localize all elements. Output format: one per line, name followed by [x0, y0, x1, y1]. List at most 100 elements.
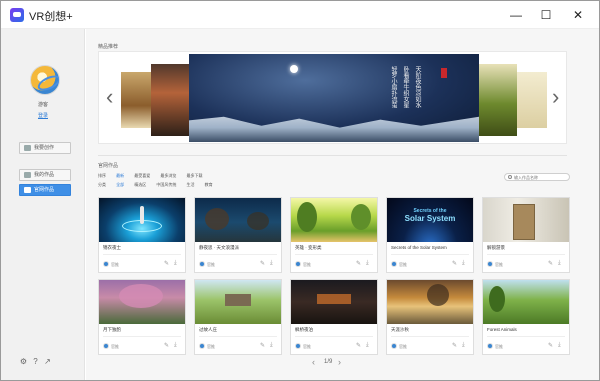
divider: [98, 155, 567, 156]
category-option-all[interactable]: 全部: [116, 182, 124, 187]
work-author: 官推: [111, 262, 119, 267]
login-link[interactable]: 登录: [1, 112, 85, 119]
carousel-next-button[interactable]: ›: [552, 86, 559, 108]
category-option-chinese[interactable]: 中国风传统: [156, 182, 176, 187]
divider: [103, 336, 181, 337]
work-card[interactable]: Forest Animals 官推 ✎ ⤓: [482, 279, 570, 355]
official-works-button[interactable]: 官网作品: [19, 184, 71, 196]
divider: [391, 336, 469, 337]
download-icon[interactable]: ⤓: [270, 260, 273, 267]
featured-label: 精品推荐: [98, 44, 119, 50]
my-works-label: 我的作品: [34, 172, 55, 178]
work-card[interactable]: 英雄 · 变形类 官推 ✎ ⤓: [290, 197, 378, 273]
category-label: 分类: [98, 182, 106, 187]
author-avatar: [199, 343, 205, 349]
carousel-slide[interactable]: [121, 72, 151, 128]
author-avatar: [103, 343, 109, 349]
author-avatar: [487, 343, 493, 349]
sort-label: 排序: [98, 173, 106, 178]
author-avatar: [295, 261, 301, 267]
author-avatar: [391, 343, 397, 349]
edit-icon[interactable]: ✎: [164, 260, 169, 267]
work-author: 官推: [207, 262, 215, 267]
work-author: 官推: [303, 344, 311, 349]
work-thumbnail: [387, 280, 473, 324]
work-card[interactable]: 解锁游景 官推 ✎ ⤓: [482, 197, 570, 273]
download-icon[interactable]: ⤓: [462, 342, 465, 349]
download-icon[interactable]: ⤓: [462, 260, 465, 267]
search-input[interactable]: [514, 174, 568, 180]
category-option-featured[interactable]: 精选区: [134, 182, 146, 187]
help-icon[interactable]: ?: [31, 357, 40, 366]
edit-icon[interactable]: ✎: [452, 342, 457, 349]
author-avatar: [487, 261, 493, 267]
sort-option-downloads[interactable]: 最多下载: [187, 173, 203, 178]
gear-icon[interactable]: ⚙: [19, 357, 28, 366]
username: 游客: [37, 102, 48, 108]
edit-icon[interactable]: ✎: [260, 260, 265, 267]
work-card[interactable]: Secrets of the Solar System Secrets of t…: [386, 197, 474, 273]
work-thumbnail: Secrets of the Solar System: [387, 198, 473, 242]
sort-option-views[interactable]: 最多浏览: [160, 173, 176, 178]
work-card[interactable]: 枫桥夜泊 官推 ✎ ⤓: [290, 279, 378, 355]
close-button[interactable]: ✕: [565, 5, 591, 25]
download-icon[interactable]: ⤓: [174, 260, 177, 267]
search-box[interactable]: [504, 173, 570, 181]
carousel-prev-button[interactable]: ‹: [106, 86, 113, 108]
work-title: 枫桥夜泊: [295, 327, 313, 332]
minimize-button[interactable]: —: [503, 5, 529, 25]
work-author: 官推: [111, 344, 119, 349]
divider: [295, 336, 373, 337]
download-icon[interactable]: ⤓: [558, 260, 561, 267]
avatar[interactable]: [30, 65, 60, 95]
work-card[interactable]: 静夜思 · 天文浪漫派 官推 ✎ ⤓: [194, 197, 282, 273]
sort-option-newest[interactable]: 最新: [116, 173, 124, 178]
edit-icon[interactable]: ✎: [356, 342, 361, 349]
work-card[interactable]: 过故人庄 官推 ✎ ⤓: [194, 279, 282, 355]
page-prev-button[interactable]: ‹: [312, 357, 315, 367]
download-icon[interactable]: ⤓: [174, 342, 177, 349]
work-author: 官推: [303, 262, 311, 267]
edit-icon[interactable]: ✎: [548, 260, 553, 267]
sort-option-liked[interactable]: 最受喜爱: [134, 173, 150, 178]
author-avatar: [295, 343, 301, 349]
download-icon[interactable]: ⤓: [558, 342, 561, 349]
edit-icon[interactable]: ✎: [260, 342, 265, 349]
red-seal-graphic: [441, 68, 447, 78]
app-logo-icon: [10, 8, 24, 22]
author-avatar: [391, 261, 397, 267]
work-title: 天涯沙秋: [391, 327, 409, 332]
work-title: 锦衣夜士: [103, 245, 121, 250]
share-icon[interactable]: ↗: [43, 357, 52, 366]
moon-graphic: [290, 65, 298, 73]
work-card[interactable]: 天涯沙秋 官推 ✎ ⤓: [386, 279, 474, 355]
category-option-life[interactable]: 生活: [187, 182, 195, 187]
maximize-button[interactable]: ☐: [533, 5, 559, 25]
work-title: Forest Animals: [487, 327, 517, 332]
download-icon[interactable]: ⤓: [366, 260, 369, 267]
download-icon[interactable]: ⤓: [366, 342, 369, 349]
edit-icon[interactable]: ✎: [356, 260, 361, 267]
work-thumbnail: [483, 280, 569, 324]
edit-icon[interactable]: ✎: [548, 342, 553, 349]
download-icon[interactable]: ⤓: [270, 342, 273, 349]
work-author: 官推: [495, 262, 503, 267]
sidebar: 游客 登录 我要创作 我的作品 官网作品 ⚙ ? ↗: [1, 29, 85, 380]
divider: [199, 336, 277, 337]
create-button[interactable]: 我要创作: [19, 142, 71, 154]
category-option-education[interactable]: 教育: [205, 182, 213, 187]
work-card[interactable]: 月下独酌 官推 ✎ ⤓: [98, 279, 186, 355]
carousel-slide[interactable]: [479, 64, 517, 136]
work-card[interactable]: 锦衣夜士 官推 ✎ ⤓: [98, 197, 186, 273]
page-next-button[interactable]: ›: [338, 357, 341, 367]
edit-icon[interactable]: ✎: [164, 342, 169, 349]
work-author: 官推: [399, 262, 407, 267]
create-button-label: 我要创作: [34, 145, 55, 151]
work-thumbnail: [99, 198, 185, 242]
carousel-slide-main[interactable]: 轻罗小扇扑流萤 卧看牵牛织女星 天阶夜色凉如水: [189, 54, 479, 142]
edit-icon[interactable]: ✎: [452, 260, 457, 267]
carousel-slide[interactable]: [151, 64, 189, 136]
solar-title-line2: Solar System: [404, 214, 456, 223]
carousel-slide[interactable]: [517, 72, 547, 128]
my-works-button[interactable]: 我的作品: [19, 169, 71, 181]
